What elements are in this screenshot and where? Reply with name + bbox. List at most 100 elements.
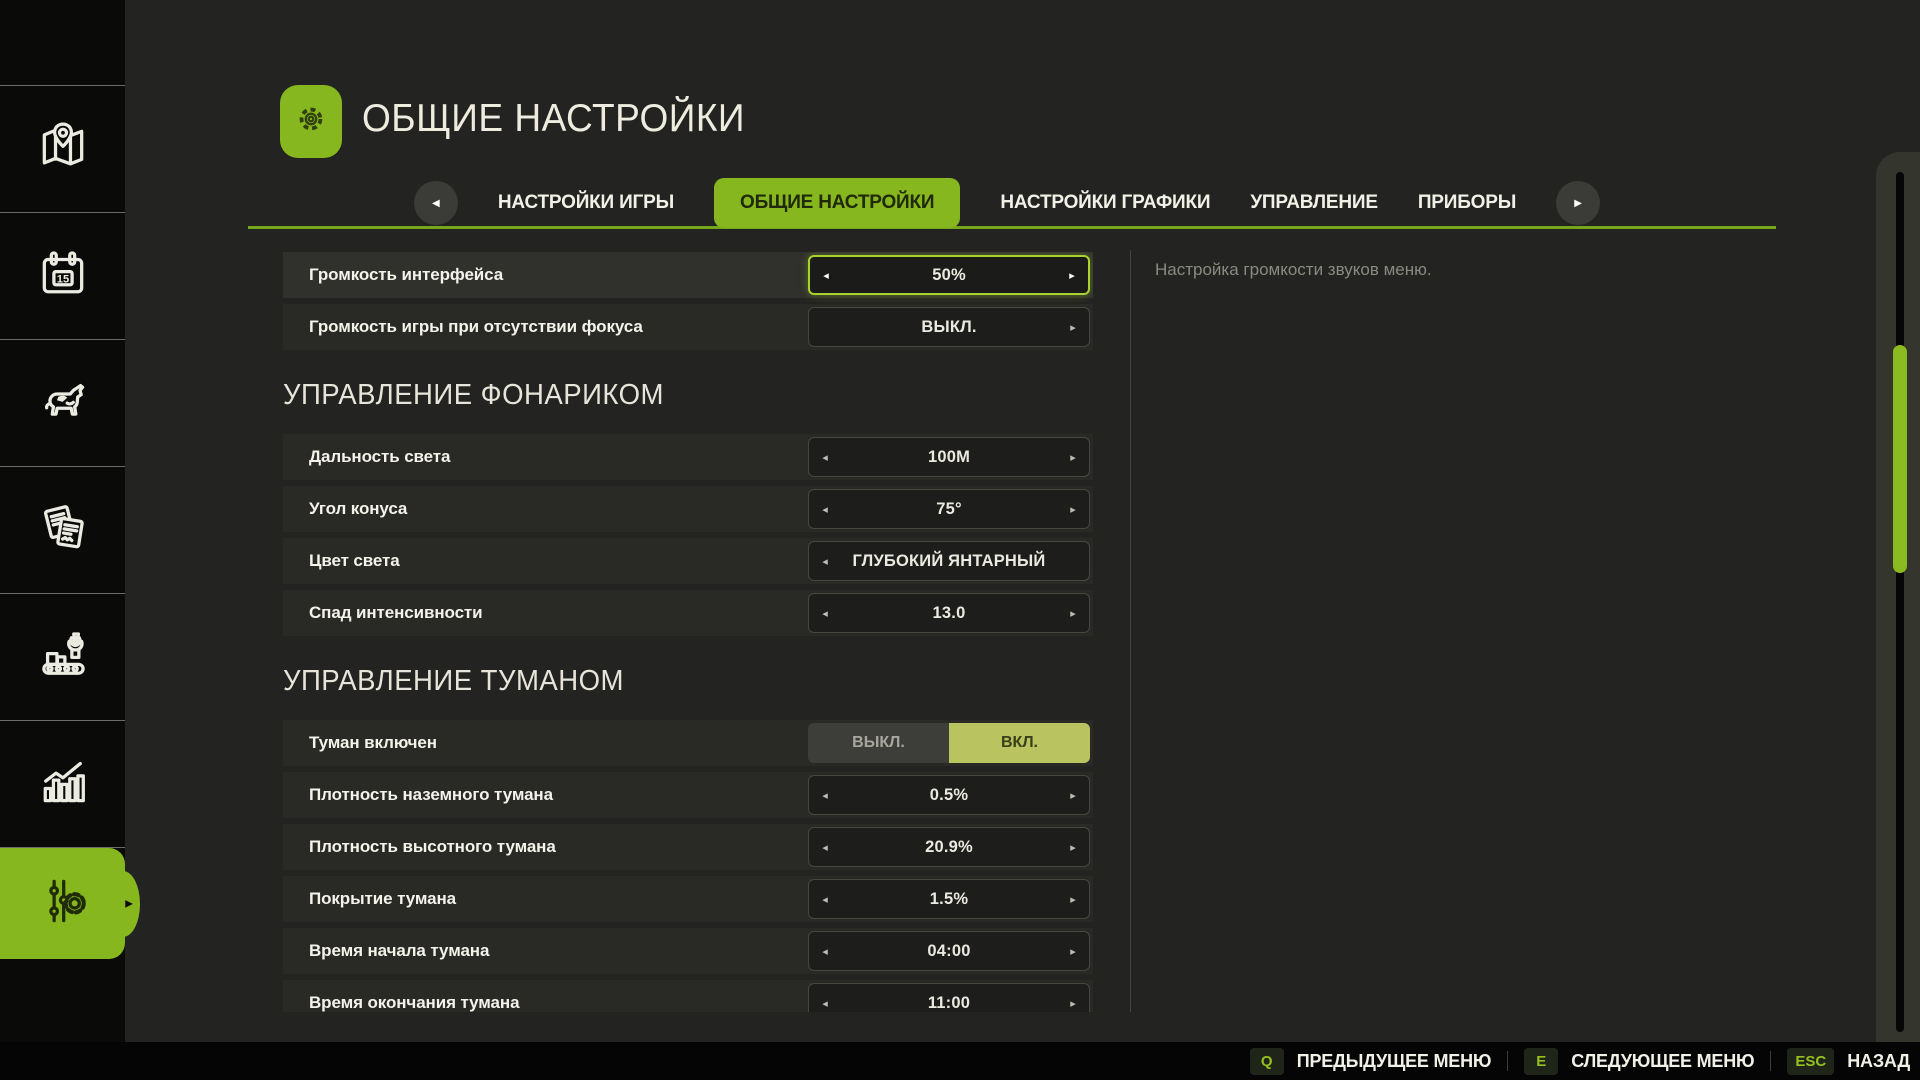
gear-icon [290, 98, 332, 145]
sidebar-item-statistics[interactable] [0, 721, 125, 848]
setting-value: 100М [831, 448, 1067, 467]
hint-next-menu[interactable]: E СЛЕДУЮЩЕЕ МЕНЮ [1524, 1048, 1754, 1075]
tab-bar: ◀ НАСТРОЙКИ ИГРЫ ОБЩИЕ НАСТРОЙКИ НАСТРОЙ… [300, 178, 1714, 228]
arrow-right-icon[interactable]: ▸ [1067, 607, 1079, 620]
svg-text:15: 15 [56, 273, 68, 285]
tabs-next-button[interactable]: ▶ [1556, 181, 1600, 225]
arrow-left-icon[interactable]: ◂ [819, 997, 831, 1010]
arrow-left-icon[interactable]: ◂ [819, 893, 831, 906]
setting-value: 75° [831, 500, 1067, 519]
arrow-right-icon[interactable]: ▸ [1067, 997, 1079, 1010]
arrow-right-icon[interactable]: ▸ [1067, 945, 1079, 958]
setting-label: Плотность высотного тумана [309, 837, 556, 857]
setting-value: 11:00 [831, 994, 1067, 1013]
setting-label: Цвет света [309, 551, 400, 571]
row-cone-angle: Угол конуса ◂ 75° ▸ [283, 486, 1093, 532]
cow-icon [35, 373, 91, 434]
sidebar-item-settings[interactable]: ▶ [0, 848, 125, 959]
chevron-left-icon: ◀ [432, 198, 440, 209]
fog-coverage-selector[interactable]: ◂ 1.5% ▸ [808, 879, 1090, 919]
setting-label: Время окончания тумана [309, 993, 519, 1012]
arrow-left-icon[interactable]: ◂ [819, 503, 831, 516]
cone-angle-selector[interactable]: ◂ 75° ▸ [808, 489, 1090, 529]
arrow-left-icon[interactable]: ◂ [819, 451, 831, 464]
setting-label: Громкость интерфейса [309, 265, 503, 285]
tabs-prev-button[interactable]: ◀ [414, 181, 458, 225]
tab-general-settings[interactable]: ОБЩИЕ НАСТРОЙКИ [714, 178, 960, 228]
scrollbar-thumb[interactable] [1893, 345, 1907, 573]
arrow-right-icon[interactable]: ▸ [1067, 893, 1079, 906]
ground-fog-density-selector[interactable]: ◂ 0.5% ▸ [808, 775, 1090, 815]
light-color-selector[interactable]: ◂ ГЛУБОКИЙ ЯНТАРНЫЙ ▸ [808, 541, 1090, 581]
setting-label: Громкость игры при отсутствии фокуса [309, 317, 643, 337]
toggle-on-option[interactable]: ВКЛ. [949, 723, 1090, 763]
hint-previous-menu[interactable]: Q ПРЕДЫДУЩЕЕ МЕНЮ [1250, 1048, 1492, 1075]
row-unfocused-volume: Громкость игры при отсутствии фокуса ◂ В… [283, 304, 1093, 350]
sidebar: 15 [0, 0, 125, 1042]
setting-label: Туман включен [309, 733, 437, 753]
settings-sliders-icon [35, 873, 91, 934]
row-fog-enabled: Туман включен ВЫКЛ. ВКЛ. [283, 720, 1093, 766]
arrow-right-icon[interactable]: ▸ [1066, 269, 1078, 282]
arrow-right-icon[interactable]: ▸ [1067, 789, 1079, 802]
tab-controls[interactable]: УПРАВЛЕНИЕ [1250, 192, 1378, 214]
row-intensity-falloff: Спад интенсивности ◂ 13.0 ▸ [283, 590, 1093, 636]
unfocused-volume-selector[interactable]: ◂ ВЫКЛ. ▸ [808, 307, 1090, 347]
arrow-left-icon[interactable]: ◂ [819, 607, 831, 620]
sidebar-item-map[interactable] [0, 86, 125, 213]
hint-label: ПРЕДЫДУЩЕЕ МЕНЮ [1297, 1051, 1492, 1072]
fog-end-time-selector[interactable]: ◂ 11:00 ▸ [808, 983, 1090, 1012]
tab-devices[interactable]: ПРИБОРЫ [1418, 192, 1516, 214]
key-badge-e: E [1524, 1048, 1558, 1075]
sidebar-item-contracts[interactable] [0, 467, 125, 594]
hint-back[interactable]: ESC НАЗАД [1787, 1048, 1910, 1075]
tooltip-divider [1130, 250, 1131, 1012]
sidebar-spacer [0, 0, 125, 86]
setting-value: ГЛУБОКИЙ ЯНТАРНЫЙ [831, 552, 1067, 571]
general-settings-screen: 15 [0, 0, 1920, 1080]
sidebar-item-production[interactable] [0, 594, 125, 721]
active-marker-icon: ▶ [125, 898, 133, 909]
calendar-icon: 15 [35, 246, 91, 307]
setting-label: Дальность света [309, 447, 450, 467]
settings-list: Громкость интерфейса ◂ 50% ▸ Громкость и… [283, 252, 1093, 1012]
arrow-right-icon[interactable]: ▸ [1067, 503, 1079, 516]
tab-graphics-settings[interactable]: НАСТРОЙКИ ГРАФИКИ [1000, 192, 1210, 214]
production-icon [35, 627, 91, 688]
arrow-left-icon[interactable]: ◂ [819, 789, 831, 802]
arrow-right-icon[interactable]: ▸ [1067, 841, 1079, 854]
arrow-left-icon[interactable]: ◂ [819, 945, 831, 958]
footer-separator [1507, 1051, 1508, 1071]
setting-tooltip: Настройка громкости звуков меню. [1155, 260, 1795, 280]
arrow-left-icon[interactable]: ◂ [820, 269, 832, 282]
sidebar-item-animals[interactable] [0, 340, 125, 467]
hint-label: СЛЕДУЮЩЕЕ МЕНЮ [1571, 1051, 1754, 1072]
scrollbar-track[interactable] [1896, 172, 1904, 1032]
key-badge-q: Q [1250, 1048, 1284, 1075]
arrow-right-icon[interactable]: ▸ [1067, 451, 1079, 464]
light-distance-selector[interactable]: ◂ 100М ▸ [808, 437, 1090, 477]
fog-start-time-selector[interactable]: ◂ 04:00 ▸ [808, 931, 1090, 971]
sidebar-item-calendar[interactable]: 15 [0, 213, 125, 340]
setting-label: Плотность наземного тумана [309, 785, 553, 805]
high-fog-density-selector[interactable]: ◂ 20.9% ▸ [808, 827, 1090, 867]
row-light-distance: Дальность света ◂ 100М ▸ [283, 434, 1093, 480]
toggle-off-option[interactable]: ВЫКЛ. [808, 723, 949, 763]
arrow-right-icon[interactable]: ▸ [1067, 321, 1079, 334]
arrow-left-icon[interactable]: ◂ [819, 555, 831, 568]
row-fog-end-time: Время окончания тумана ◂ 11:00 ▸ [283, 980, 1093, 1012]
row-fog-start-time: Время начала тумана ◂ 04:00 ▸ [283, 928, 1093, 974]
setting-value: 13.0 [831, 604, 1067, 623]
section-fog-control: УПРАВЛЕНИЕ ТУМАНОМ [283, 642, 1093, 720]
setting-value: 0.5% [831, 786, 1067, 805]
setting-value: ВЫКЛ. [831, 318, 1067, 337]
bar-chart-icon [35, 754, 91, 815]
setting-value: 20.9% [831, 838, 1067, 857]
intensity-falloff-selector[interactable]: ◂ 13.0 ▸ [808, 593, 1090, 633]
arrow-left-icon[interactable]: ◂ [819, 841, 831, 854]
page-title: ОБЩИЕ НАСТРОЙКИ [362, 97, 745, 141]
documents-icon [35, 500, 91, 561]
interface-volume-selector[interactable]: ◂ 50% ▸ [808, 255, 1090, 295]
active-tab-bump [106, 871, 140, 937]
tab-game-settings[interactable]: НАСТРОЙКИ ИГРЫ [498, 192, 674, 214]
